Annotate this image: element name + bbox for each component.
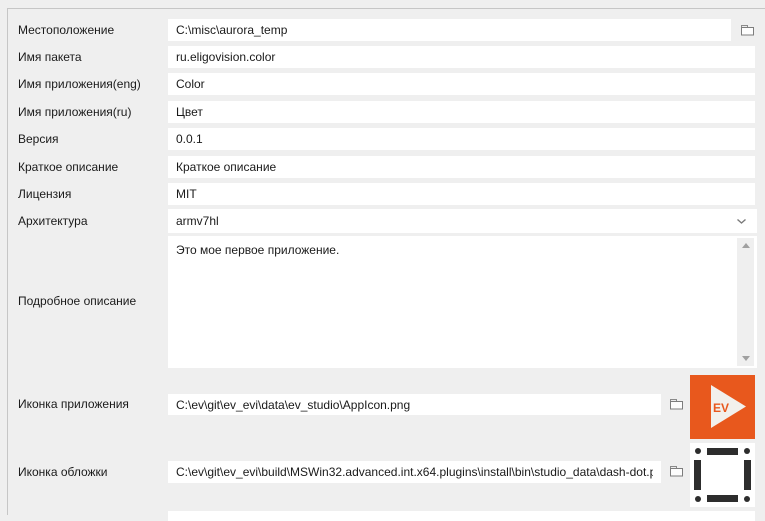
location-input[interactable] [168,19,731,41]
app-name-ru-input[interactable] [168,101,755,123]
field-label-full-description: Подробное описание [18,294,136,308]
folder-icon [669,398,684,413]
chevron-down-icon [736,218,749,225]
package-name-input[interactable] [168,46,755,68]
field-label-app-name-ru: Имя приложения(ru) [18,105,131,119]
full-description-textarea[interactable]: Это мое первое приложение. [168,236,734,368]
app-icon-path-input[interactable] [168,394,661,415]
svg-text:EV: EV [713,401,729,415]
architecture-select[interactable]: armv7hl [168,209,757,233]
panel-border-top [7,8,765,9]
app-icon-preview: EV [690,375,755,439]
arrow-down-icon [742,356,750,361]
full-description-container: Это мое первое приложение. [168,236,757,368]
field-label-app-icon: Иконка приложения [18,397,129,411]
folder-icon [740,24,755,39]
arrow-up-icon [742,243,750,248]
cover-icon-browse-button[interactable] [666,463,686,481]
license-input[interactable] [168,183,755,205]
field-label-version: Версия [18,132,59,146]
panel-border-left [7,8,8,515]
field-label-package-name: Имя пакета [18,50,82,64]
version-input[interactable] [168,128,755,150]
cover-icon-path-input[interactable] [168,461,661,483]
partial-field[interactable] [168,511,755,521]
cover-icon-preview [690,443,755,507]
field-label-short-description: Краткое описание [18,160,118,174]
field-label-architecture: Архитектура [18,214,88,228]
scroll-up-button[interactable] [737,238,754,253]
dash-dot-square-icon [690,443,755,507]
folder-icon [669,465,684,480]
app-icon-browse-button[interactable] [666,396,686,414]
field-label-cover-icon: Иконка обложки [18,465,108,479]
short-description-input[interactable] [168,156,755,178]
architecture-selected-value: armv7hl [176,214,736,228]
textarea-scrollbar[interactable] [737,238,754,366]
field-label-app-name-eng: Имя приложения(eng) [18,77,141,91]
field-label-license: Лицензия [18,187,71,201]
location-browse-button[interactable] [737,22,757,40]
ev-play-triangle-icon: EV [690,375,755,439]
app-name-eng-input[interactable] [168,73,755,95]
field-label-location: Местоположение [18,23,114,37]
scroll-down-button[interactable] [737,351,754,366]
